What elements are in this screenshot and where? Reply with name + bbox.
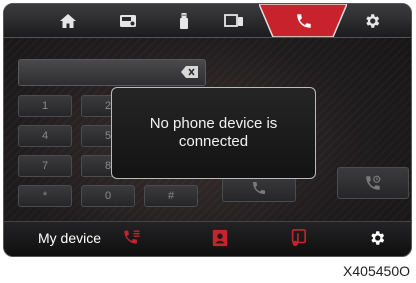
popup-message: No phone device is connected <box>149 115 278 150</box>
contacts-icon[interactable] <box>211 228 229 248</box>
no-device-popup: No phone device is connected <box>111 87 316 179</box>
tab-settings[interactable] <box>352 4 392 37</box>
phone-icon <box>297 13 311 28</box>
tab-usb[interactable] <box>164 4 204 37</box>
keypad-key[interactable]: 1 <box>18 95 72 117</box>
infotainment-screen: 1 2 3 4 5 6 7 8 9 * 0 # No phone device … <box>3 3 412 257</box>
top-tab-bar <box>4 4 411 38</box>
my-device-label[interactable]: My device <box>38 230 101 246</box>
figure-code: X405450O <box>343 263 410 279</box>
keypad-key[interactable]: 4 <box>18 125 72 147</box>
devices-icon <box>224 14 243 27</box>
tab-radio[interactable] <box>108 4 148 37</box>
keypad-key[interactable]: # <box>144 185 198 207</box>
redial-icon <box>366 175 381 190</box>
keypad-key[interactable]: * <box>18 185 72 207</box>
tab-devices[interactable] <box>214 4 254 37</box>
tab-phone[interactable] <box>284 4 324 37</box>
music-icon[interactable] <box>289 228 307 248</box>
usb-icon <box>180 12 188 29</box>
settings-icon[interactable] <box>368 229 386 247</box>
recent-calls-icon[interactable] <box>122 228 142 248</box>
radio-icon <box>120 15 136 27</box>
tab-home[interactable] <box>48 4 88 37</box>
keypad-key[interactable]: 0 <box>81 185 135 207</box>
home-icon <box>60 13 76 28</box>
bottom-bar: My device <box>4 221 411 256</box>
settings-icon <box>366 13 380 28</box>
redial-button[interactable] <box>337 167 409 199</box>
phone-icon <box>253 182 265 194</box>
backspace-icon[interactable] <box>181 66 199 78</box>
phone-number-input[interactable] <box>18 59 206 86</box>
keypad-key[interactable]: 7 <box>18 155 72 177</box>
